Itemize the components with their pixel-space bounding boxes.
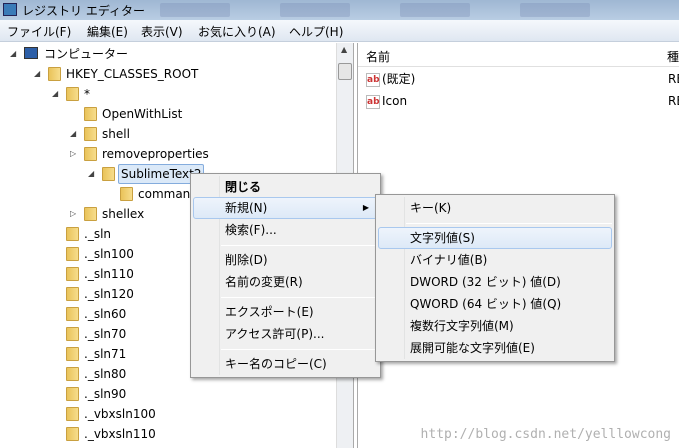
folder-icon	[66, 427, 79, 441]
menu-item-expandable-string-value[interactable]: 展開可能な文字列値(E)	[378, 337, 612, 359]
computer-icon	[24, 47, 38, 59]
background-taskbar-blur	[520, 3, 590, 17]
tree-item-label: ._sln	[84, 227, 112, 241]
window-title: レジストリ エディター	[22, 4, 145, 18]
submenu-arrow-icon: ▶	[362, 203, 369, 212]
background-taskbar-blur	[280, 3, 350, 17]
tree-item[interactable]: ◢ shell	[0, 124, 330, 144]
new-submenu: キー(K) 文字列値(S) バイナリ値(B) DWORD (32 ビット) 値(…	[375, 194, 615, 362]
column-type[interactable]: 種	[667, 48, 679, 65]
context-menu: 閉じる 新規(N) ▶ 検索(F)... 削除(D) 名前の変更(R) エクスポー…	[190, 173, 381, 378]
menu-item-dword-value[interactable]: DWORD (32 ビット) 値(D)	[378, 271, 612, 293]
menu-item-permissions[interactable]: アクセス許可(P)...	[193, 323, 378, 345]
list-header: 名前 種	[358, 43, 679, 67]
folder-icon	[66, 407, 79, 421]
tree-item-computer[interactable]: ◢ コンピューター	[0, 44, 330, 64]
collapse-icon[interactable]: ◢	[52, 84, 62, 104]
folder-icon	[66, 87, 79, 101]
folder-icon	[84, 147, 97, 161]
folder-icon	[66, 247, 79, 261]
menu-view[interactable]: 表示(V)	[141, 23, 183, 40]
menu-help[interactable]: ヘルプ(H)	[289, 23, 343, 40]
menu-item-new[interactable]: 新規(N) ▶	[193, 197, 378, 219]
scroll-thumb[interactable]	[338, 63, 352, 80]
tree-item-label: HKEY_CLASSES_ROOT	[66, 67, 199, 81]
registry-editor-icon	[3, 3, 17, 16]
menu-item-binary-value[interactable]: バイナリ値(B)	[378, 249, 612, 271]
collapse-icon[interactable]: ◢	[88, 164, 98, 184]
menu-item-find[interactable]: 検索(F)...	[193, 219, 378, 241]
menu-bar: ファイル(F) 編集(E) 表示(V) お気に入り(A) ヘルプ(H)	[0, 20, 679, 42]
value-row[interactable]: ab(既定)RE	[366, 69, 679, 89]
scroll-up-icon[interactable]: ▲	[341, 45, 347, 54]
folder-icon	[48, 67, 61, 81]
tree-item-label: ._sln90	[84, 387, 127, 401]
collapse-icon[interactable]: ◢	[34, 64, 44, 84]
collapse-icon[interactable]: ◢	[10, 44, 20, 64]
folder-icon	[66, 307, 79, 321]
tree-item-label: OpenWithList	[102, 107, 183, 121]
folder-icon	[84, 107, 97, 121]
folder-icon	[66, 347, 79, 361]
menu-item-multi-string-value[interactable]: 複数行文字列値(M)	[378, 315, 612, 337]
tree-item[interactable]: ◢ HKEY_CLASSES_ROOT	[0, 64, 330, 84]
string-value-icon: ab	[366, 72, 380, 87]
menu-favorites[interactable]: お気に入り(A)	[198, 23, 276, 40]
menu-item-close[interactable]: 閉じる	[193, 176, 378, 198]
tree-item-label: removeproperties	[102, 147, 209, 161]
title-bar: レジストリ エディター	[0, 0, 679, 20]
column-name[interactable]: 名前	[366, 48, 390, 65]
menu-item-key[interactable]: キー(K)	[378, 197, 612, 219]
folder-icon	[102, 167, 115, 181]
tree-item-label: shell	[102, 127, 130, 141]
tree-item-label: ._sln80	[84, 367, 127, 381]
menu-file[interactable]: ファイル(F)	[7, 23, 71, 40]
folder-icon	[120, 187, 133, 201]
tree-item-label: ._sln110	[84, 267, 134, 281]
menu-item-delete[interactable]: 削除(D)	[193, 249, 378, 271]
tree-item-label: ._vbxsln110	[84, 427, 156, 441]
folder-icon	[66, 327, 79, 341]
tree-item[interactable]: ◢ *	[0, 84, 330, 104]
tree-item[interactable]: OpenWithList	[0, 104, 330, 124]
tree-item-label: ._sln71	[84, 347, 127, 361]
folder-icon	[66, 287, 79, 301]
tree-item-label: *	[84, 87, 90, 101]
folder-icon	[84, 127, 97, 141]
tree-item-label: shellex	[102, 207, 145, 221]
menu-edit[interactable]: 編集(E)	[87, 23, 128, 40]
tree-item[interactable]: ▷ removeproperties	[0, 144, 330, 164]
tree-item-label: ._sln100	[84, 247, 134, 261]
menu-item-qword-value[interactable]: QWORD (64 ビット) 値(Q)	[378, 293, 612, 315]
tree-item-label: ._sln120	[84, 287, 134, 301]
tree-item-label: ._sln70	[84, 327, 127, 341]
expand-icon[interactable]: ▷	[70, 144, 80, 164]
folder-icon	[66, 387, 79, 401]
folder-icon	[84, 207, 97, 221]
tree-item[interactable]: ._sln90	[0, 384, 330, 404]
menu-item-rename[interactable]: 名前の変更(R)	[193, 271, 378, 293]
menu-item-export[interactable]: エクスポート(E)	[193, 301, 378, 323]
value-row[interactable]: abIconRE	[366, 91, 679, 111]
folder-icon	[66, 267, 79, 281]
folder-icon	[66, 227, 79, 241]
background-taskbar-blur	[160, 3, 230, 17]
background-taskbar-blur	[400, 3, 470, 17]
folder-icon	[66, 367, 79, 381]
tree-item-label: ._vbxsln100	[84, 407, 156, 421]
tree-item[interactable]: ._vbxsln110	[0, 424, 330, 444]
expand-icon[interactable]: ▷	[70, 204, 80, 224]
watermark: http://blog.csdn.net/yelllowcong	[420, 427, 671, 442]
menu-item-copy-key-name[interactable]: キー名のコピー(C)	[193, 353, 378, 375]
tree-item[interactable]: ._vbxsln100	[0, 404, 330, 424]
string-value-icon: ab	[366, 94, 380, 109]
menu-item-string-value[interactable]: 文字列値(S)	[378, 227, 612, 249]
collapse-icon[interactable]: ◢	[70, 124, 80, 144]
tree-item-label: ._sln60	[84, 307, 127, 321]
